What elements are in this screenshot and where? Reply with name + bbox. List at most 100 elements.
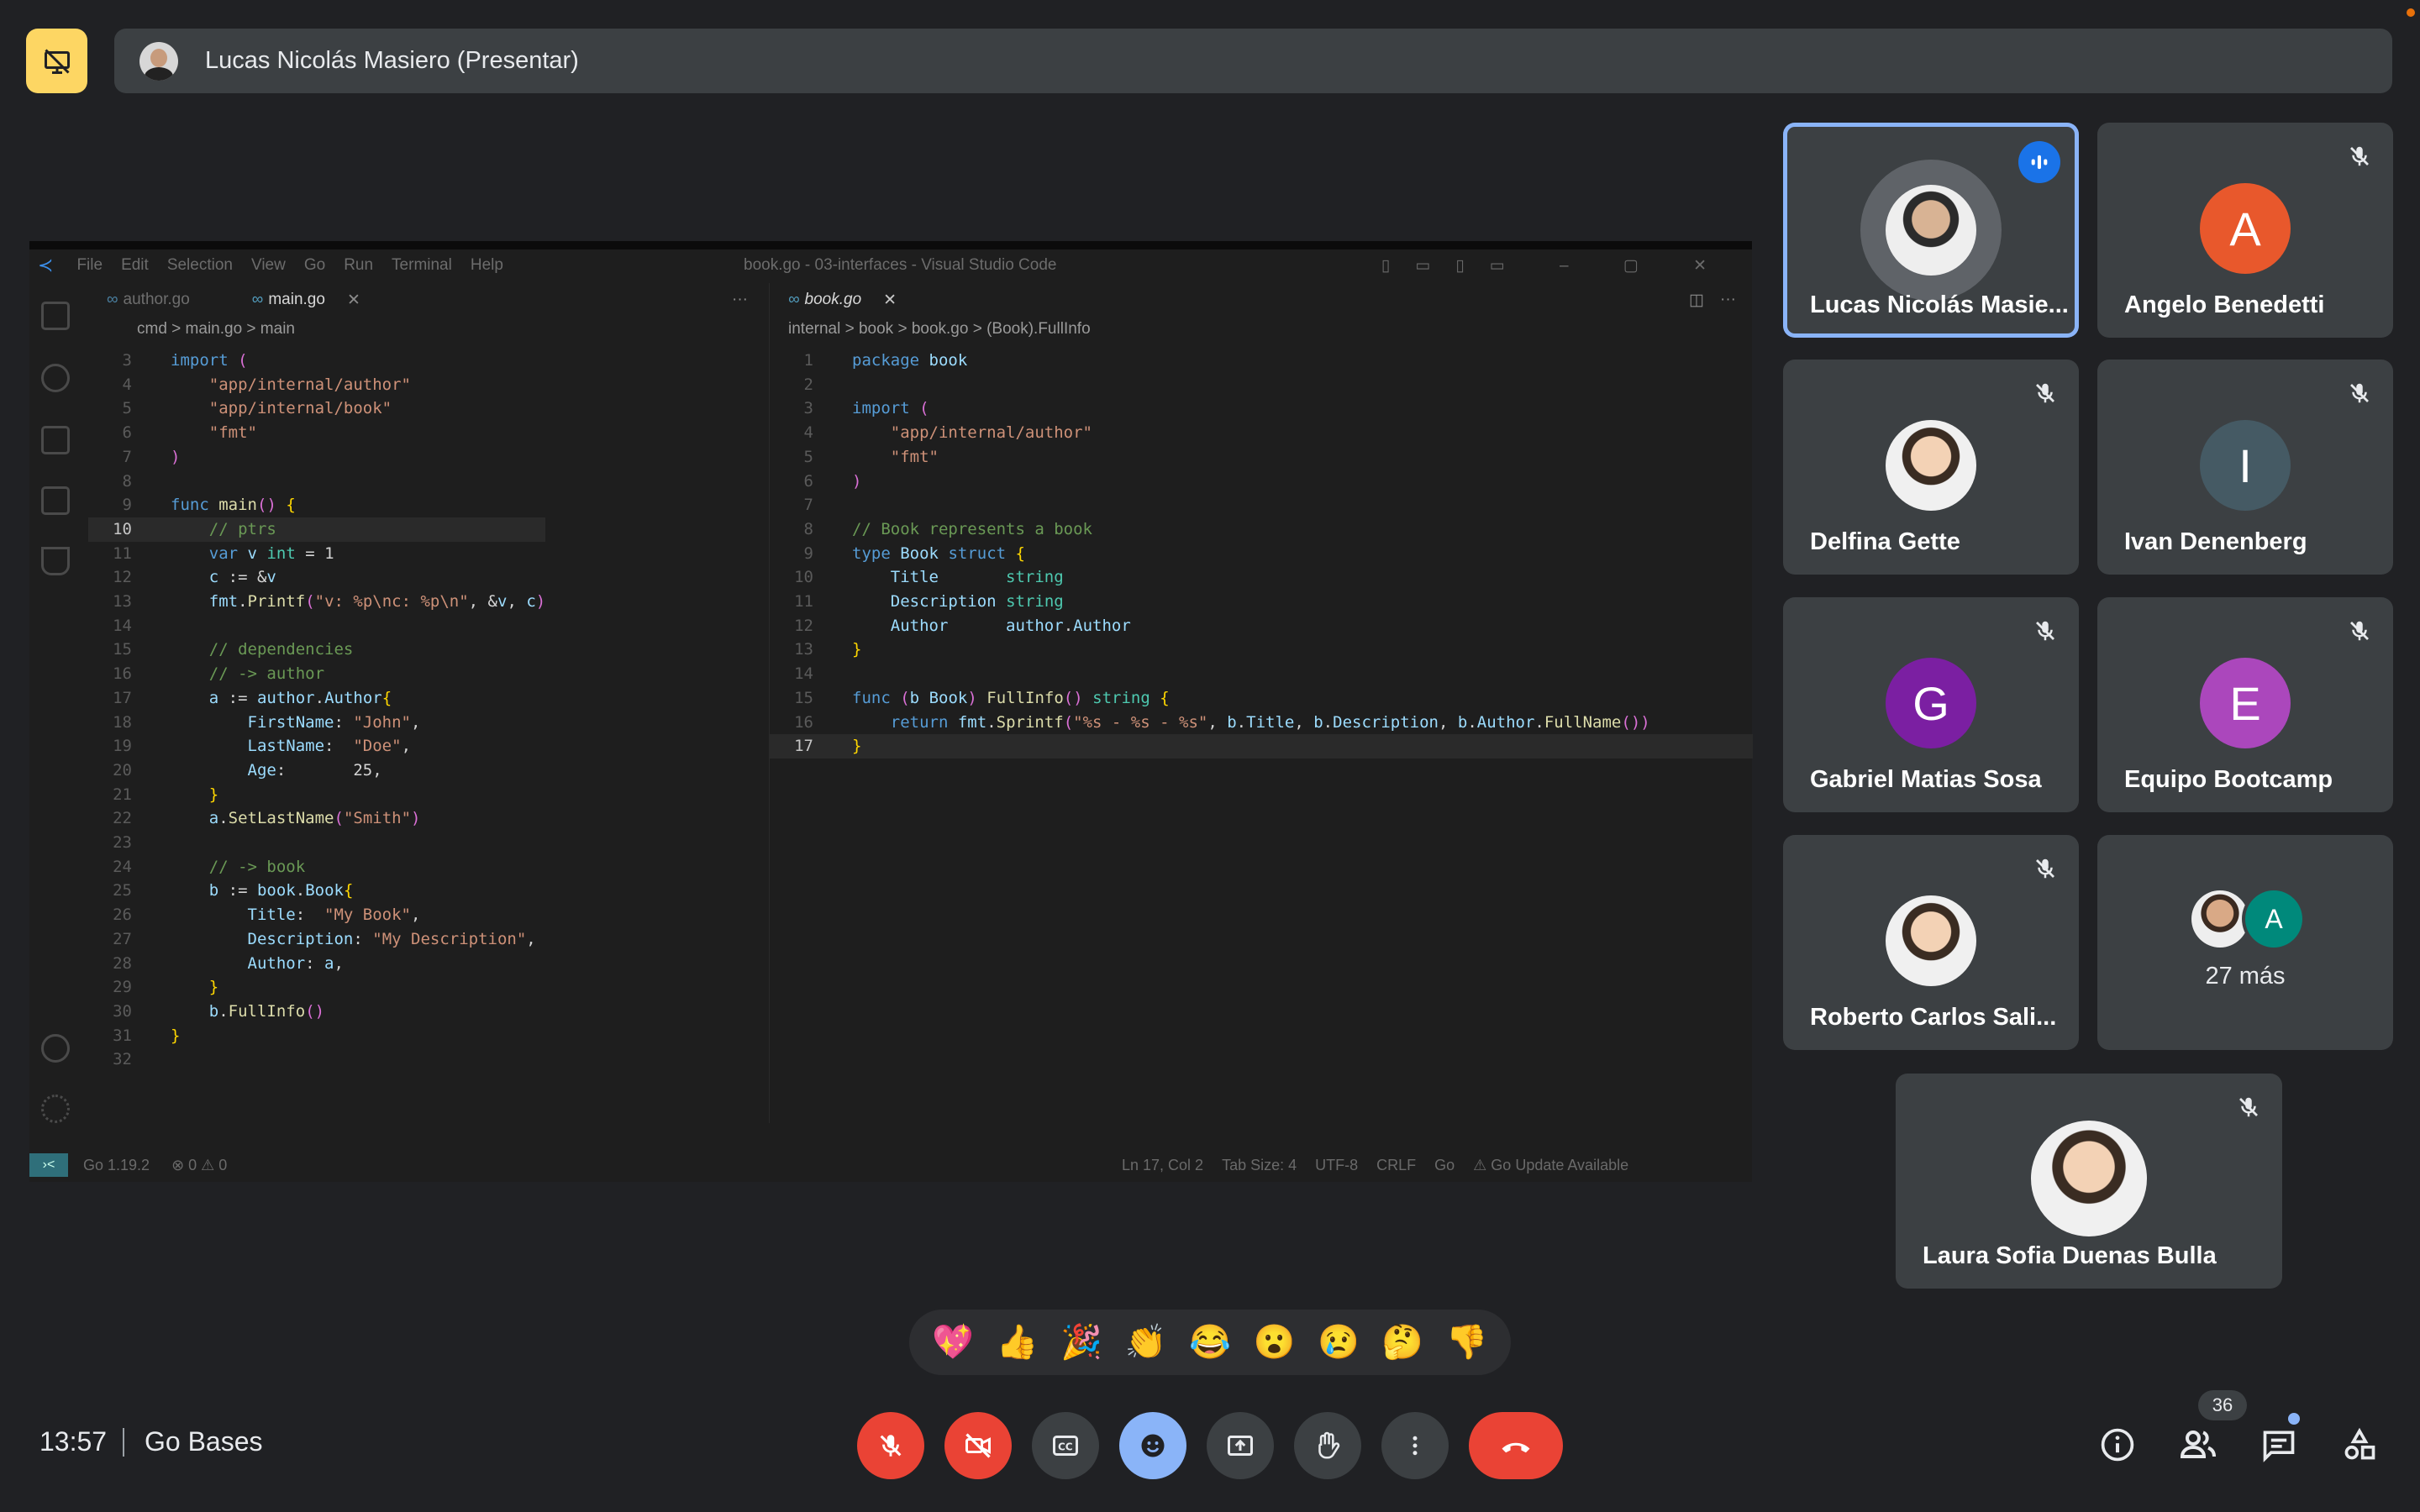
more-participants-label: 27 más: [2205, 963, 2286, 990]
leave-call-button[interactable]: [1469, 1412, 1563, 1479]
code-line: 23: [88, 831, 545, 855]
code-line: 2: [770, 373, 1753, 397]
line-text: "app/internal/author": [208, 375, 411, 394]
people-button[interactable]: [2173, 1420, 2223, 1470]
line-text: import (: [852, 399, 929, 418]
participant-tile[interactable]: Roberto Carlos Sali...: [1783, 835, 2079, 1050]
menu-item-help[interactable]: Help: [471, 256, 503, 274]
present-now-button[interactable]: [1207, 1412, 1274, 1479]
menu-item-file[interactable]: File: [76, 256, 103, 274]
participant-tile[interactable]: Delfina Gette: [1783, 360, 2079, 575]
line-text: a := author.Author{: [208, 688, 392, 707]
search-icon[interactable]: [41, 364, 70, 392]
extensions-icon[interactable]: [41, 486, 70, 515]
account-icon[interactable]: [41, 1034, 70, 1063]
raise-hand-button[interactable]: [1294, 1412, 1361, 1479]
reaction-emoji-button[interactable]: 👎: [1446, 1326, 1488, 1359]
line-text: Description string: [890, 592, 1064, 612]
reaction-emoji-button[interactable]: 👍: [997, 1326, 1039, 1359]
right-code-view[interactable]: 1 package book 2 3 import (4 "app/internal/…: [770, 349, 1753, 759]
testing-icon[interactable]: [41, 547, 70, 575]
speaking-indicator-icon: [2018, 141, 2060, 183]
presenter-banner[interactable]: Lucas Nicolás Masiero (Presentar): [114, 29, 2392, 93]
participant-initial-avatar: G: [1886, 658, 1976, 748]
tab-author-go[interactable]: ∞ author.go: [88, 283, 208, 317]
participant-tile[interactable]: A Angelo Benedetti: [2097, 123, 2393, 338]
participant-tile[interactable]: Laura Sofia Duenas Bulla: [1896, 1074, 2282, 1289]
tab-main-go[interactable]: ∞ main.go ✕: [234, 283, 379, 317]
status-item[interactable]: Tab Size: 4: [1222, 1157, 1297, 1174]
line-text: }: [852, 640, 862, 659]
menu-item-terminal[interactable]: Terminal: [392, 256, 452, 274]
menu-item-view[interactable]: View: [251, 256, 286, 274]
code-line: 9 type Book struct {: [770, 542, 1753, 566]
reaction-emoji-button[interactable]: 😂: [1189, 1326, 1231, 1359]
line-number: 7: [803, 496, 813, 515]
menu-item-run[interactable]: Run: [344, 256, 373, 274]
info-icon: [2101, 1428, 2134, 1462]
left-code-view[interactable]: 3 import (4 "app/internal/author" 5 "app/i…: [88, 349, 546, 1072]
status-item[interactable]: UTF-8: [1315, 1157, 1358, 1174]
split-editor-icon[interactable]: ◫: [1689, 291, 1704, 310]
code-line: 17}: [770, 734, 1753, 759]
code-line: 1 package book: [770, 349, 1753, 373]
reactions-button[interactable]: [1119, 1412, 1186, 1479]
reaction-emoji-button[interactable]: 🎉: [1060, 1326, 1102, 1359]
line-number: 3: [122, 351, 132, 370]
line-text: var v int = 1: [208, 543, 334, 563]
menu-item-selection[interactable]: Selection: [167, 256, 233, 274]
mic-toggle-button[interactable]: [857, 1412, 924, 1479]
close-tab-icon[interactable]: ✕: [883, 291, 897, 310]
participant-tile[interactable]: I Ivan Denenberg: [2097, 360, 2393, 575]
line-number: 23: [113, 833, 132, 853]
reaction-emoji-button[interactable]: 👏: [1125, 1326, 1167, 1359]
activities-button[interactable]: [2334, 1420, 2385, 1470]
vscode-menu: File Edit Selection View Go Run Terminal Help: [76, 256, 522, 275]
more-actions-icon[interactable]: ···: [1720, 291, 1736, 309]
mic-off-icon: [2344, 616, 2375, 646]
chat-button[interactable]: [2254, 1420, 2304, 1470]
meeting-details-button[interactable]: [2092, 1420, 2143, 1470]
participant-tile[interactable]: E Equipo Bootcamp: [2097, 597, 2393, 812]
reaction-emoji-button[interactable]: 😢: [1318, 1326, 1360, 1359]
settings-gear-icon[interactable]: [41, 1095, 70, 1123]
code-line: 3 import (: [88, 349, 545, 373]
participant-name: Ivan Denenberg: [2124, 528, 2307, 555]
reaction-emoji-button[interactable]: 🤔: [1381, 1326, 1423, 1359]
run-debug-icon[interactable]: [41, 426, 70, 454]
editor-left: ∞ author.go ∞ main.go ✕ ··· cmd > main.go >…: [88, 283, 765, 1123]
tab-book-go[interactable]: ∞ book.go ✕: [770, 283, 915, 317]
line-text: func main() {: [171, 496, 296, 515]
status-item[interactable]: Ln 17, Col 2: [1122, 1157, 1203, 1174]
more-actions-icon[interactable]: ···: [732, 291, 748, 309]
participant-tile[interactable]: Lucas Nicolás Masie...: [1783, 123, 2079, 338]
line-text: Description: "My Description",: [247, 929, 536, 948]
status-go-version[interactable]: Go 1.19.2: [83, 1157, 150, 1174]
line-number: 6: [803, 471, 813, 491]
line-number: 11: [794, 592, 813, 612]
line-number: 15: [794, 688, 813, 707]
camera-toggle-button[interactable]: [944, 1412, 1012, 1479]
menu-item-go[interactable]: Go: [304, 256, 325, 274]
close-tab-icon[interactable]: ✕: [347, 291, 360, 310]
status-item[interactable]: Go: [1434, 1157, 1455, 1174]
status-item[interactable]: ⚠ Go Update Available: [1473, 1157, 1628, 1174]
remote-indicator-icon[interactable]: ›<: [29, 1153, 68, 1177]
line-number: 9: [122, 496, 132, 515]
reaction-emoji-button[interactable]: 😮: [1254, 1326, 1296, 1359]
status-item[interactable]: CRLF: [1376, 1157, 1416, 1174]
stop-presenting-button[interactable]: [26, 29, 87, 93]
participant-initial-avatar: I: [2200, 420, 2291, 511]
line-text: [171, 472, 180, 491]
reaction-emoji-button[interactable]: 💖: [932, 1326, 974, 1359]
code-line: 14: [88, 614, 545, 638]
more-options-button[interactable]: [1381, 1412, 1449, 1479]
participant-tile[interactable]: G Gabriel Matias Sosa: [1783, 597, 2079, 812]
menu-item-edit[interactable]: Edit: [121, 256, 149, 274]
more-participants-tile[interactable]: A 27 más: [2097, 835, 2393, 1050]
code-line: 25 b := book.Book{: [88, 879, 545, 903]
captions-button[interactable]: CC: [1032, 1412, 1099, 1479]
explorer-icon[interactable]: [41, 302, 70, 330]
participant-name: Roberto Carlos Sali...: [1810, 1004, 2057, 1031]
status-problems[interactable]: ⊗ 0 ⚠ 0: [171, 1157, 227, 1174]
